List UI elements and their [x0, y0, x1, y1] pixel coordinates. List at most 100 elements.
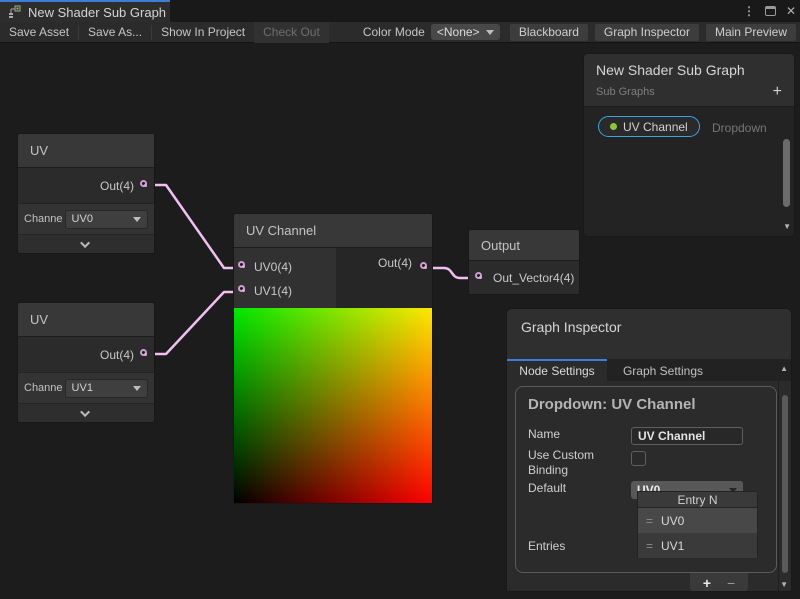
- entry-row-uv1[interactable]: = UV1: [637, 533, 758, 558]
- chevron-down-icon: [80, 238, 90, 248]
- blackboard-panel: New Shader Sub Graph Sub Graphs + UV Cha…: [583, 53, 795, 237]
- input-port-uv0[interactable]: [238, 261, 245, 268]
- wire-out: [429, 268, 473, 278]
- wire-uv1: [148, 292, 234, 354]
- chevron-down-icon: [80, 407, 90, 417]
- color-mode-label: Color Mode: [357, 25, 431, 39]
- node-uv-top[interactable]: UV Out(4) Channe UV0: [17, 133, 155, 254]
- tab-new-shader-sub-graph[interactable]: New Shader Sub Graph: [0, 0, 170, 22]
- channel-value: UV1: [72, 382, 93, 394]
- blackboard-toggle[interactable]: Blackboard: [510, 24, 588, 41]
- node-uv-channel[interactable]: UV Channel UV0(4) UV1(4) Out(4): [233, 213, 433, 504]
- graph-canvas[interactable]: UV Out(4) Channe UV0 UV Out(4) Ch: [0, 43, 800, 599]
- window-controls: ⋮ ✕: [743, 0, 796, 22]
- node-uv-bottom[interactable]: UV Out(4) Channe UV1: [17, 302, 155, 423]
- scroll-down-icon[interactable]: ▼: [780, 580, 788, 589]
- node-title[interactable]: Output: [469, 230, 579, 261]
- exposed-dot-icon: [610, 123, 617, 130]
- default-label: Default: [528, 481, 631, 499]
- show-in-project-button[interactable]: Show In Project: [152, 22, 254, 43]
- subgraph-asset-icon: [8, 5, 22, 19]
- save-as-button[interactable]: Save As...: [79, 22, 151, 43]
- tab-bar: New Shader Sub Graph ⋮ ✕: [0, 0, 800, 22]
- wire-uv0: [148, 185, 234, 268]
- entry-row-uv0[interactable]: = UV0: [637, 508, 758, 533]
- node-output[interactable]: Output Out_Vector4(4): [468, 229, 580, 295]
- check-out-button: Check Out: [254, 22, 329, 43]
- collapse-button[interactable]: [18, 234, 154, 253]
- drag-handle-icon[interactable]: =: [646, 539, 653, 553]
- channel-dropdown[interactable]: UV0: [65, 210, 148, 229]
- entries-footer: + −: [690, 573, 748, 592]
- name-field[interactable]: UV Channel: [631, 427, 743, 445]
- use-custom-binding-label: Use Custom Binding: [528, 448, 623, 478]
- shader-graph-window: New Shader Sub Graph ⋮ ✕ Save Asset Save…: [0, 0, 800, 599]
- blackboard-subtitle: Sub Graphs: [596, 86, 655, 98]
- entries-label: Entries: [528, 539, 631, 554]
- scroll-up-icon[interactable]: ▲: [780, 364, 788, 373]
- entries-list: Entry N = UV0 = UV1: [637, 491, 758, 558]
- save-asset-button[interactable]: Save Asset: [0, 22, 78, 43]
- add-entry-button[interactable]: +: [703, 576, 711, 590]
- graph-inspector-panel: Graph Inspector Node Settings Graph Sett…: [506, 308, 792, 592]
- chevron-down-icon: [133, 386, 141, 391]
- section-title: Dropdown: UV Channel: [516, 387, 776, 417]
- color-mode-value: <None>: [437, 25, 480, 39]
- add-property-button[interactable]: +: [773, 84, 782, 100]
- channel-label: Channe: [24, 382, 63, 394]
- tab-graph-settings[interactable]: Graph Settings: [607, 359, 719, 381]
- inspector-scrollbar[interactable]: ▼: [778, 381, 791, 592]
- inspector-tabs: Node Settings Graph Settings ▲: [507, 359, 791, 381]
- inspector-content: Dropdown: UV Channel Name UV Channel Use…: [507, 381, 791, 592]
- property-pill-uv-channel[interactable]: UV Channel: [598, 116, 700, 137]
- port-label-out: Out(4): [378, 256, 412, 270]
- node-title[interactable]: UV Channel: [234, 214, 432, 248]
- tab-node-settings[interactable]: Node Settings: [507, 359, 607, 381]
- node-title[interactable]: UV: [18, 134, 154, 168]
- port-label-uv0: UV0(4): [254, 260, 292, 274]
- chevron-down-icon: [486, 30, 494, 35]
- scrollbar-thumb[interactable]: [783, 139, 790, 207]
- blackboard-header: New Shader Sub Graph Sub Graphs +: [584, 54, 794, 107]
- input-port[interactable]: [475, 272, 482, 279]
- more-icon[interactable]: ⋮: [743, 5, 755, 17]
- graph-inspector-toggle[interactable]: Graph Inspector: [595, 24, 699, 41]
- inspector-header: Graph Inspector: [507, 309, 791, 359]
- output-port[interactable]: [420, 262, 427, 269]
- input-port-uv1[interactable]: [238, 285, 245, 292]
- port-label-out: Out(4): [100, 348, 134, 362]
- blackboard-title: New Shader Sub Graph: [596, 62, 782, 78]
- channel-label: Channe: [24, 213, 63, 225]
- close-icon[interactable]: ✕: [786, 5, 796, 17]
- node-preview-gradient: [234, 308, 432, 503]
- entry-label: UV1: [661, 539, 684, 553]
- port-label-out: Out(4): [100, 179, 134, 193]
- toolbar: Save Asset Save As... Show In Project Ch…: [0, 22, 800, 43]
- use-custom-binding-checkbox[interactable]: [631, 451, 646, 466]
- channel-value: UV0: [72, 213, 93, 225]
- chevron-down-icon: [133, 217, 141, 222]
- scrollbar-thumb[interactable]: [782, 395, 788, 573]
- port-label-uv1: UV1(4): [254, 284, 292, 298]
- output-port[interactable]: [140, 180, 147, 187]
- port-label-out-vector4: Out_Vector4(4): [493, 271, 574, 285]
- inspector-title: Graph Inspector: [521, 319, 777, 335]
- maximize-icon[interactable]: [765, 6, 776, 16]
- remove-entry-button[interactable]: −: [727, 576, 735, 590]
- main-preview-toggle[interactable]: Main Preview: [706, 24, 796, 41]
- color-mode-dropdown[interactable]: <None>: [431, 24, 500, 40]
- output-port[interactable]: [140, 349, 147, 356]
- name-label: Name: [528, 427, 631, 445]
- drag-handle-icon[interactable]: =: [646, 514, 653, 528]
- channel-dropdown[interactable]: UV1: [65, 379, 148, 398]
- entries-header: Entry N: [637, 491, 758, 508]
- collapse-button[interactable]: [18, 403, 154, 422]
- property-type: Dropdown: [712, 121, 767, 135]
- node-settings-section: Dropdown: UV Channel Name UV Channel Use…: [515, 386, 777, 573]
- tab-title: New Shader Sub Graph: [28, 5, 166, 20]
- entry-label: UV0: [661, 514, 684, 528]
- scroll-down-icon[interactable]: ▼: [783, 222, 791, 231]
- property-name: UV Channel: [623, 120, 688, 134]
- blackboard-body: UV Channel Dropdown ▼: [584, 107, 794, 234]
- node-title[interactable]: UV: [18, 303, 154, 337]
